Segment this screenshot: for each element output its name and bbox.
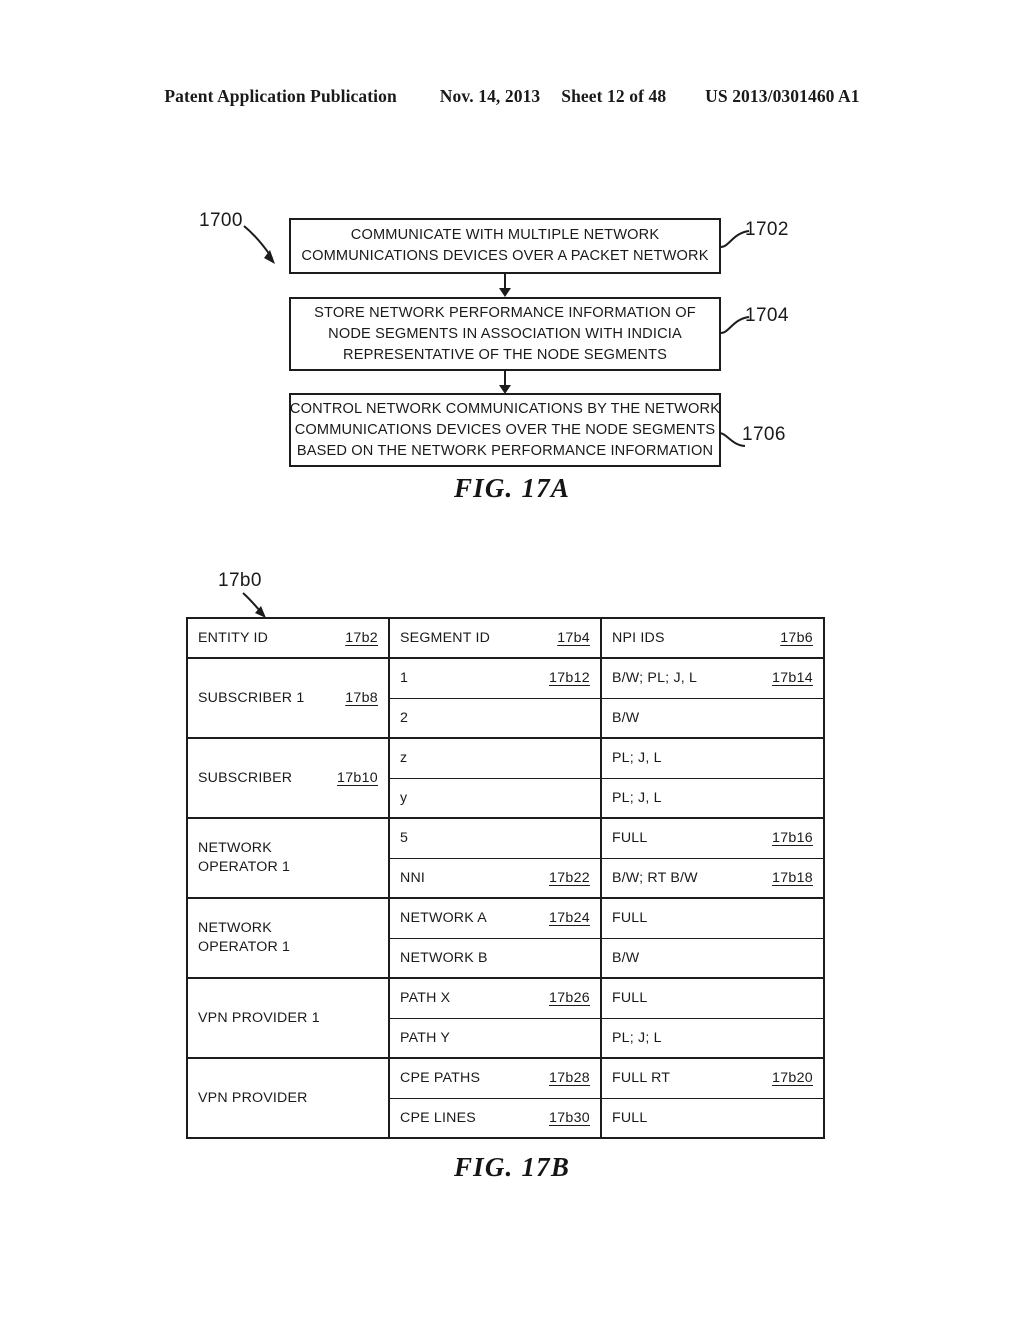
npi-ids-label: PL; J, L [612, 750, 662, 767]
segment-id-label: PATH X [400, 990, 451, 1007]
table-header-row: ENTITY ID 17b2 SEGMENT ID 17b4 NPI IDS 17b6 [186, 617, 825, 659]
segment-id-cell: 5 [388, 817, 602, 859]
segment-id-cell: 2 [388, 697, 602, 739]
npi-ids-ref: 17b20 [772, 1070, 813, 1087]
table-header-label: SEGMENT ID [400, 630, 491, 646]
entity-id-cell: NETWORK OPERATOR 1 [186, 817, 390, 899]
figure-caption-17b: FIG. 17B [453, 1152, 571, 1182]
npi-ids-ref: 17b18 [772, 869, 813, 886]
npi-ids-cell: FULL [600, 977, 825, 1019]
segment-id-label: PATH Y [400, 1029, 451, 1046]
npi-ids-label: B/W [612, 949, 640, 966]
npi-ids-ref: 17b14 [772, 670, 813, 687]
segment-id-ref: 17b30 [549, 1109, 590, 1126]
entity-id-ref: 17b8 [345, 689, 378, 706]
table-header-ref: 17b4 [557, 630, 590, 646]
entity-id-label: SUBSCRIBER [198, 769, 293, 786]
entity-id-ref: 17b10 [337, 769, 378, 786]
segment-id-cell: 1 17b12 [388, 657, 602, 699]
segment-id-label: NNI [400, 869, 426, 886]
segment-id-ref: 17b22 [549, 869, 590, 886]
npi-ids-label: B/W; PL; J, L [612, 670, 698, 687]
table-row: VPN PROVIDER CPE PATHS 17b28 FULL RT 17b20 [186, 1057, 825, 1139]
segment-id-cell: PATH Y [388, 1017, 602, 1059]
npi-ids-cell: B/W; PL; J, L 17b14 [600, 657, 825, 699]
segment-id-cell: NETWORK A 17b24 [388, 897, 602, 939]
segment-id-cell: y [388, 777, 602, 819]
npi-ids-cell: B/W [600, 697, 825, 739]
table-row: SUBSCRIBER 17b10 z PL; J, L [186, 737, 825, 819]
table-header-cell: NPI IDS 17b6 [600, 617, 825, 659]
npi-ids-label: FULL RT [612, 1070, 671, 1087]
npi-ids-cell: FULL 17b16 [600, 817, 825, 859]
segment-id-cell: NNI 17b22 [388, 857, 602, 899]
segment-id-label: 5 [400, 830, 409, 847]
table-header-ref: 17b2 [345, 630, 378, 646]
entity-id-label: NETWORK [198, 840, 272, 856]
npi-ids-cell: PL; J; L [600, 1017, 825, 1059]
entity-id-label: NETWORK [198, 920, 272, 936]
npi-ids-label: FULL [612, 990, 648, 1007]
entity-id-cell: SUBSCRIBER 1 17b8 [186, 657, 390, 739]
npi-ids-label: FULL [612, 910, 648, 927]
segment-id-label: CPE LINES [400, 1109, 476, 1126]
segment-id-cell: CPE LINES 17b30 [388, 1097, 602, 1139]
table-header-cell: SEGMENT ID 17b4 [388, 617, 602, 659]
segment-id-label: z [400, 750, 408, 767]
table-header-cell: ENTITY ID 17b2 [186, 617, 390, 659]
figure-17b: 17b0 ENTITY ID 17b2 SEGMENT ID 17b4 NPI IDS 1… [0, 0, 1024, 1320]
segment-id-ref: 17b26 [549, 990, 590, 1007]
segment-id-label: y [400, 789, 408, 806]
entity-id-cell: VPN PROVIDER [186, 1057, 390, 1139]
entity-id-label-2: OPERATOR 1 [198, 859, 291, 875]
table-row: NETWORK OPERATOR 1 NETWORK A 17b24 FULL [186, 897, 825, 979]
npi-ids-cell: PL; J, L [600, 777, 825, 819]
segment-id-cell: NETWORK B [388, 937, 602, 979]
entity-id-label: VPN PROVIDER 1 [198, 1009, 320, 1026]
segment-id-cell: PATH X 17b26 [388, 977, 602, 1019]
table-header-label: ENTITY ID [198, 630, 269, 646]
entity-id-cell: VPN PROVIDER 1 [186, 977, 390, 1059]
npi-ids-cell: FULL RT 17b20 [600, 1057, 825, 1099]
segment-id-label: NETWORK B [400, 949, 488, 966]
entity-id-label: SUBSCRIBER 1 [198, 689, 305, 706]
segment-id-cell: z [388, 737, 602, 779]
segment-id-cell: CPE PATHS 17b28 [388, 1057, 602, 1099]
npi-ids-cell: B/W; RT B/W 17b18 [600, 857, 825, 899]
entity-id-label: VPN PROVIDER [198, 1089, 308, 1106]
segment-id-ref: 17b28 [549, 1070, 590, 1087]
table-row: NETWORK OPERATOR 1 5 FULL 17b16 [186, 817, 825, 899]
ref-numeral-17b0: 17b0 [218, 570, 262, 591]
npi-ids-cell: PL; J, L [600, 737, 825, 779]
npi-ids-cell: FULL [600, 897, 825, 939]
segment-id-label: 2 [400, 709, 409, 726]
segment-id-label: CPE PATHS [400, 1070, 481, 1087]
entity-id-cell: SUBSCRIBER 17b10 [186, 737, 390, 819]
entity-id-cell: NETWORK OPERATOR 1 [186, 897, 390, 979]
npi-ids-label: PL; J, L [612, 789, 662, 806]
table-header-label: NPI IDS [612, 630, 665, 646]
segment-id-ref: 17b24 [549, 910, 590, 927]
table-row: VPN PROVIDER 1 PATH X 17b26 FULL [186, 977, 825, 1059]
segment-id-ref: 17b12 [549, 670, 590, 687]
npi-ids-label: B/W [612, 709, 640, 726]
segment-id-label: NETWORK A [400, 910, 487, 927]
npi-ids-label: B/W; RT B/W [612, 869, 698, 886]
npi-ids-label: PL; J; L [612, 1029, 662, 1046]
entity-id-label-2: OPERATOR 1 [198, 939, 291, 955]
npi-ids-ref: 17b16 [772, 830, 813, 847]
table-row: SUBSCRIBER 1 17b8 1 17b12 B/W; PL; J, L 17b14 [186, 657, 825, 739]
table-header-ref: 17b6 [780, 630, 813, 646]
npi-ids-cell: B/W [600, 937, 825, 979]
segment-id-label: 1 [400, 670, 409, 687]
npi-ids-cell: FULL [600, 1097, 825, 1139]
npi-table: ENTITY ID 17b2 SEGMENT ID 17b4 NPI IDS 17b6 SU… [186, 617, 825, 1139]
leader-line-17b0 [242, 592, 266, 618]
npi-ids-label: FULL [612, 830, 648, 847]
npi-ids-label: FULL [612, 1109, 648, 1126]
